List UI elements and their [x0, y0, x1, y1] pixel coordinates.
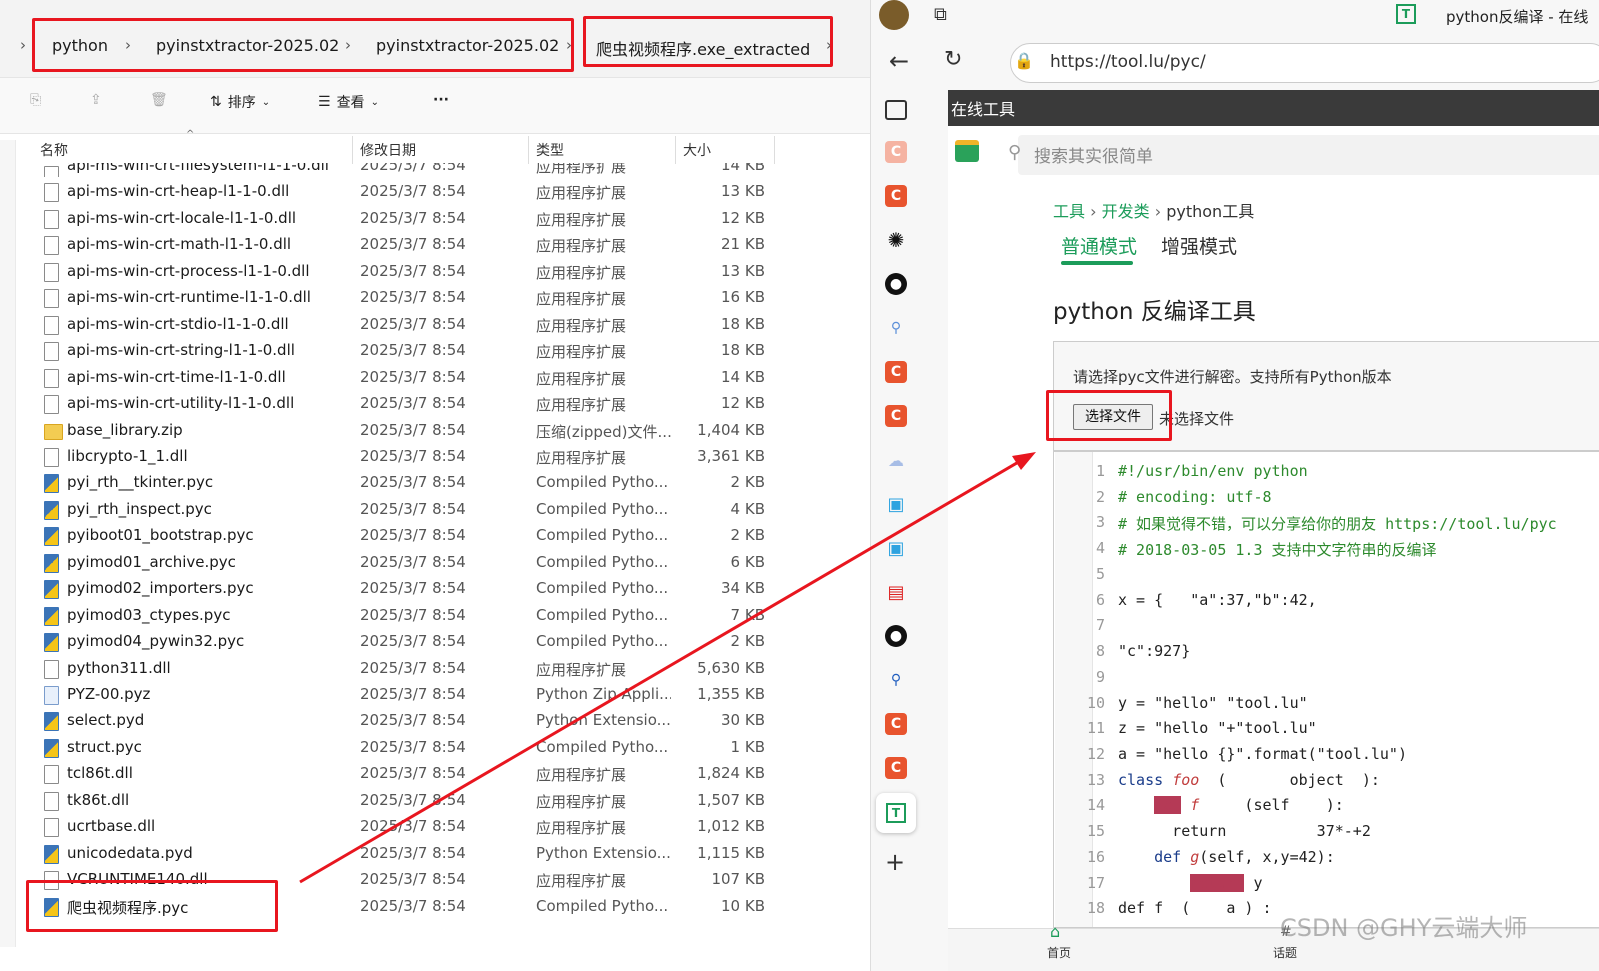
- watermark: CSDN @GHY云端大师: [1280, 914, 1528, 942]
- screenshot-root: › python › pyinstxtractor-2025.02 › pyin…: [0, 0, 1599, 971]
- annotation-arrow: [299, 452, 1036, 884]
